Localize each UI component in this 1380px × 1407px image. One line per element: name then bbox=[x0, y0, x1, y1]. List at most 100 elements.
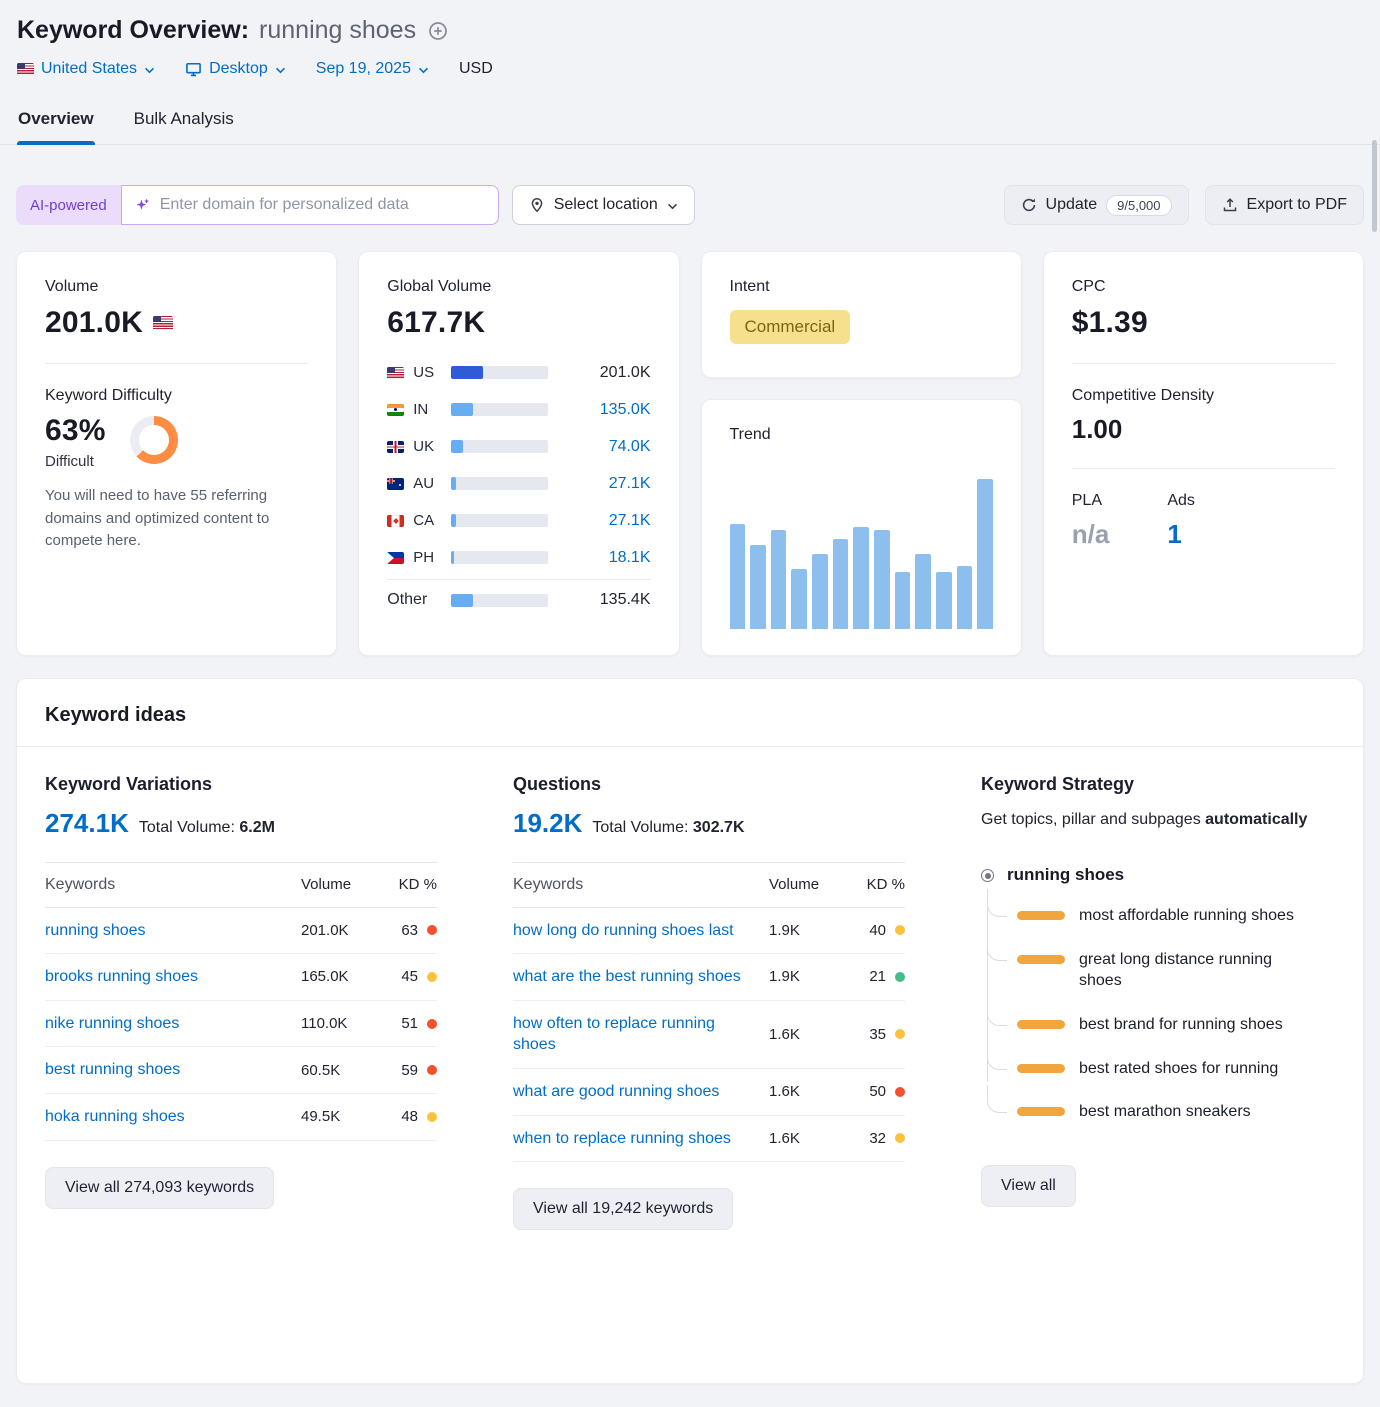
strategy-subtitle-bold: automatically bbox=[1205, 811, 1307, 828]
table-header: Keywords Volume KD % bbox=[513, 862, 905, 908]
kd-dot bbox=[427, 925, 437, 935]
keyword-link[interactable]: brooks running shoes bbox=[45, 966, 301, 988]
strategy-root: running shoes bbox=[981, 865, 1335, 885]
australia-flag-icon bbox=[387, 478, 404, 490]
trend-bar bbox=[874, 530, 890, 629]
keyword-kd: 40 bbox=[869, 922, 886, 939]
country-volume-link[interactable]: 18.1K bbox=[548, 549, 650, 567]
keyword-volume: 110.0K bbox=[301, 1015, 379, 1032]
country-volume-link[interactable]: 27.1K bbox=[548, 475, 650, 493]
strategy-topic-label: best rated shoes for running bbox=[1079, 1058, 1278, 1080]
variations-total-value: 6.2M bbox=[239, 819, 275, 836]
strategy-topic: best marathon sneakers bbox=[987, 1095, 1335, 1129]
variations-table: Keywords Volume KD % running shoes 201.0… bbox=[45, 862, 437, 1141]
view-all-questions-button[interactable]: View all 19,242 keywords bbox=[513, 1188, 733, 1230]
us-flag-icon bbox=[153, 316, 173, 330]
device-selector[interactable]: Desktop bbox=[185, 60, 286, 78]
global-volume-row: PH 18.1K bbox=[387, 539, 650, 576]
intent-badge[interactable]: Commercial bbox=[730, 310, 851, 344]
keyword-link[interactable]: how often to replace running shoes bbox=[513, 1013, 769, 1056]
global-volume-list: US 201.0K IN 135.0K UK 74.0K bbox=[387, 354, 650, 620]
keyword-link[interactable]: how long do running shoes last bbox=[513, 920, 769, 942]
chevron-down-icon bbox=[667, 203, 678, 210]
ads-value[interactable]: 1 bbox=[1167, 519, 1195, 550]
trend-label: Trend bbox=[730, 426, 993, 444]
questions-count: 19.2K bbox=[513, 808, 582, 839]
difficulty-donut-chart bbox=[130, 416, 178, 464]
keyword-difficulty-label: Keyword Difficulty bbox=[45, 387, 308, 405]
trend-bar bbox=[957, 566, 973, 629]
ads-label: Ads bbox=[1167, 492, 1195, 510]
canada-flag-icon bbox=[387, 515, 404, 527]
keyword-link[interactable]: best running shoes bbox=[45, 1059, 301, 1081]
table-row: how often to replace running shoes 1.6K … bbox=[513, 1001, 905, 1069]
volume-bar bbox=[451, 514, 548, 527]
strategy-topic-label: best brand for running shoes bbox=[1079, 1014, 1283, 1036]
pla-label: PLA bbox=[1072, 492, 1110, 510]
view-all-strategy-button[interactable]: View all bbox=[981, 1165, 1076, 1207]
keyword-link[interactable]: when to replace running shoes bbox=[513, 1128, 769, 1150]
country-volume-link[interactable]: 74.0K bbox=[548, 438, 650, 456]
volume-bar bbox=[451, 366, 548, 379]
metric-cards: Volume 201.0K Keyword Difficulty 63% Dif… bbox=[16, 251, 1364, 656]
keyword-link[interactable]: hoka running shoes bbox=[45, 1106, 301, 1128]
topic-bar-icon bbox=[1017, 1020, 1065, 1029]
domain-input-wrap[interactable] bbox=[121, 185, 499, 225]
chevron-down-icon bbox=[275, 67, 286, 74]
col-volume: Volume bbox=[769, 876, 847, 893]
strategy-topic: best rated shoes for running bbox=[987, 1052, 1335, 1086]
chevron-down-icon bbox=[418, 67, 429, 74]
us-flag-icon bbox=[17, 63, 34, 75]
keyword-difficulty-level: Difficult bbox=[45, 453, 106, 470]
location-pin-icon bbox=[529, 197, 545, 213]
country-volume-link[interactable]: 135.0K bbox=[548, 401, 650, 419]
country-code: IN bbox=[413, 401, 451, 418]
table-row: brooks running shoes 165.0K 45 bbox=[45, 954, 437, 1001]
tab-bulk-analysis[interactable]: Bulk Analysis bbox=[133, 101, 235, 144]
topic-bar-icon bbox=[1017, 1107, 1065, 1116]
update-button[interactable]: Update 9/5,000 bbox=[1004, 185, 1189, 225]
keyword-link[interactable]: nike running shoes bbox=[45, 1013, 301, 1035]
strategy-subtitle-text: Get topics, pillar and subpages bbox=[981, 811, 1205, 828]
india-flag-icon bbox=[387, 404, 404, 416]
col-kd: KD % bbox=[379, 876, 437, 893]
page-title-label: Keyword Overview: bbox=[17, 16, 249, 45]
date-selector[interactable]: Sep 19, 2025 bbox=[316, 60, 429, 78]
keyword-kd: 50 bbox=[869, 1083, 886, 1100]
country-selector-label: United States bbox=[41, 60, 137, 78]
keyword-volume: 1.9K bbox=[769, 922, 847, 939]
table-row: running shoes 201.0K 63 bbox=[45, 908, 437, 955]
export-pdf-button[interactable]: Export to PDF bbox=[1205, 185, 1364, 225]
keyword-link[interactable]: what are good running shoes bbox=[513, 1081, 769, 1103]
country-volume-link[interactable]: 27.1K bbox=[548, 512, 650, 530]
global-volume-row: UK 74.0K bbox=[387, 428, 650, 465]
ai-powered-badge: AI-powered bbox=[16, 185, 121, 225]
keyword-volume: 60.5K bbox=[301, 1062, 379, 1079]
toolbar: AI-powered Select location Update 9/5,00… bbox=[16, 185, 1364, 225]
view-all-variations-button[interactable]: View all 274,093 keywords bbox=[45, 1167, 274, 1209]
cpc-value: $1.39 bbox=[1072, 306, 1148, 340]
export-pdf-label: Export to PDF bbox=[1247, 196, 1347, 214]
volume-bar bbox=[451, 403, 548, 416]
page-header: Keyword Overview: running shoes United S… bbox=[0, 0, 1380, 78]
keyword-kd: 35 bbox=[869, 1026, 886, 1043]
add-keyword-icon[interactable] bbox=[428, 21, 448, 41]
select-location-button[interactable]: Select location bbox=[512, 185, 695, 225]
volume-label: Volume bbox=[45, 278, 308, 296]
topic-bar-icon bbox=[1017, 955, 1065, 964]
other-label: Other bbox=[387, 591, 451, 609]
strategy-topic: best brand for running shoes bbox=[987, 1008, 1335, 1042]
tab-overview-label: Overview bbox=[18, 109, 94, 128]
cpc-card: CPC $1.39 Competitive Density 1.00 PLA n… bbox=[1043, 251, 1364, 656]
trend-bar bbox=[915, 554, 931, 629]
country-selector[interactable]: United States bbox=[17, 60, 155, 78]
keyword-link[interactable]: running shoes bbox=[45, 920, 301, 942]
strategy-topic: great long distance running shoes bbox=[987, 943, 1335, 998]
tab-overview[interactable]: Overview bbox=[17, 101, 95, 144]
kd-dot bbox=[427, 1112, 437, 1122]
scrollbar-thumb[interactable] bbox=[1372, 140, 1377, 232]
keyword-link[interactable]: what are the best running shoes bbox=[513, 966, 769, 988]
trend-bar bbox=[730, 524, 746, 629]
keyword-kd: 48 bbox=[401, 1108, 418, 1125]
domain-input[interactable] bbox=[160, 196, 486, 214]
